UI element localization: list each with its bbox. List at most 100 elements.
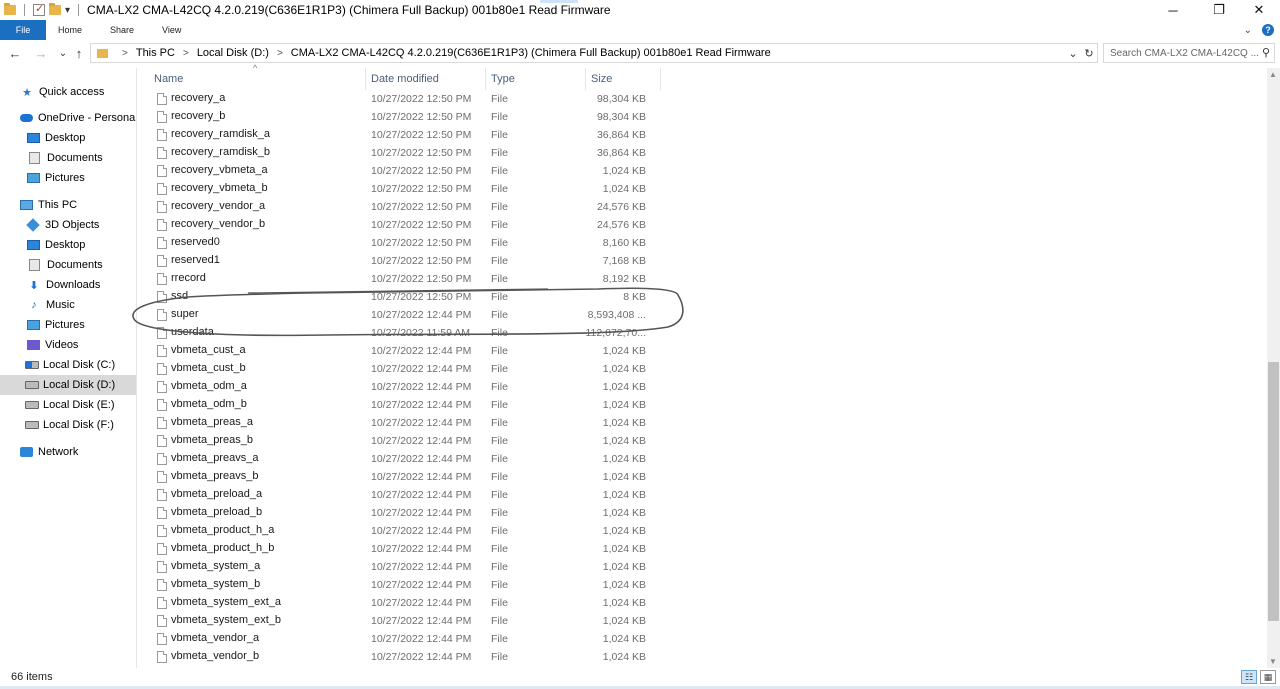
- minimize-button[interactable]: ─: [1150, 0, 1196, 20]
- pane-divider[interactable]: [136, 68, 137, 673]
- file-row[interactable]: vbmeta_system_ext_a 10/27/2022 12:44 PM Fi…: [150, 594, 660, 612]
- file-row[interactable]: recovery_vbmeta_a 10/27/2022 12:50 PM File…: [150, 162, 660, 180]
- file-row[interactable]: vbmeta_preavs_b 10/27/2022 12:44 PM File 1,…: [150, 468, 660, 486]
- column-header-date-modified[interactable]: Date modified: [371, 70, 439, 88]
- file-row[interactable]: vbmeta_preavs_a 10/27/2022 12:44 PM File 1,…: [150, 450, 660, 468]
- qat-dropdown-icon[interactable]: ▾: [65, 5, 70, 16]
- file-row[interactable]: recovery_vbmeta_b 10/27/2022 12:50 PM File…: [150, 180, 660, 198]
- column-header-name[interactable]: Name: [154, 70, 183, 88]
- file-row[interactable]: recovery_ramdisk_b 10/27/2022 12:50 PM Fil…: [150, 144, 660, 162]
- file-date-modified: 10/27/2022 12:44 PM: [371, 345, 472, 357]
- breadcrumb-local-disk-d[interactable]: Local Disk (D:): [195, 47, 271, 59]
- breadcrumb-separator[interactable]: >: [271, 48, 289, 59]
- sidebar-item-3d-objects[interactable]: 3D Objects: [26, 215, 99, 235]
- file-row[interactable]: vbmeta_odm_a 10/27/2022 12:44 PM File 1,024…: [150, 378, 660, 396]
- column-header-type[interactable]: Type: [491, 70, 515, 88]
- file-row[interactable]: recovery_ramdisk_a 10/27/2022 12:50 PM Fil…: [150, 126, 660, 144]
- file-row[interactable]: ssd 10/27/2022 12:50 PM File 8 KB: [150, 288, 660, 306]
- details-view-icon[interactable]: ☷: [1241, 670, 1257, 684]
- file-row[interactable]: vbmeta_preload_a 10/27/2022 12:44 PM File 1…: [150, 486, 660, 504]
- properties-icon[interactable]: [33, 2, 45, 16]
- sidebar-item-pictures[interactable]: Pictures: [27, 168, 85, 188]
- refresh-icon[interactable]: ↻: [1081, 47, 1097, 60]
- column-header-size[interactable]: Size: [591, 70, 612, 88]
- file-row[interactable]: vbmeta_product_h_b 10/27/2022 12:44 PM Fil…: [150, 540, 660, 558]
- address-bar[interactable]: > This PC > Local Disk (D:) > CMA-LX2 CM…: [90, 43, 1098, 63]
- up-button[interactable]: ↑: [68, 42, 90, 64]
- sidebar-item-local-disk-e[interactable]: Local Disk (E:): [25, 395, 115, 415]
- file-row[interactable]: vbmeta_system_a 10/27/2022 12:44 PM File 1,…: [150, 558, 660, 576]
- tab-share[interactable]: Share: [96, 20, 148, 40]
- new-folder-icon[interactable]: [49, 3, 61, 15]
- tab-file[interactable]: File: [0, 20, 46, 40]
- file-row[interactable]: vbmeta_cust_a 10/27/2022 12:44 PM File 1,02…: [150, 342, 660, 360]
- sidebar-item-onedrive[interactable]: OneDrive - Personal: [20, 108, 138, 128]
- file-row[interactable]: vbmeta_product_h_a 10/27/2022 12:44 PM Fil…: [150, 522, 660, 540]
- file-date-modified: 10/27/2022 12:50 PM: [371, 165, 472, 177]
- sidebar-item-network[interactable]: Network: [20, 442, 78, 462]
- breadcrumb-current-folder[interactable]: CMA-LX2 CMA-L42CQ 4.2.0.219(C636E1R1P3) …: [289, 47, 773, 59]
- breadcrumb-this-pc[interactable]: This PC: [134, 47, 177, 59]
- file-icon: [157, 273, 167, 285]
- file-row[interactable]: recovery_vendor_b 10/27/2022 12:50 PM File…: [150, 216, 660, 234]
- file-row[interactable]: recovery_a 10/27/2022 12:50 PM File 98,304 …: [150, 90, 660, 108]
- file-row[interactable]: vbmeta_preas_b 10/27/2022 12:44 PM File 1,0…: [150, 432, 660, 450]
- window-title: CMA-LX2 CMA-L42CQ 4.2.0.219(C636E1R1P3) …: [87, 3, 611, 17]
- file-row[interactable]: recovery_b 10/27/2022 12:50 PM File 98,304 …: [150, 108, 660, 126]
- sidebar-item-local-disk-c[interactable]: Local Disk (C:): [25, 355, 115, 375]
- file-name: vbmeta_preload_a: [171, 488, 263, 500]
- file-row[interactable]: vbmeta_vendor_b 10/27/2022 12:44 PM File 1,…: [150, 648, 660, 666]
- breadcrumb-separator[interactable]: >: [116, 48, 134, 59]
- file-row[interactable]: vbmeta_preload_b 10/27/2022 12:44 PM File 1…: [150, 504, 660, 522]
- sidebar-item-videos[interactable]: Videos: [27, 335, 78, 355]
- sidebar-item-documents[interactable]: Documents: [29, 255, 103, 275]
- pictures-icon: [27, 173, 40, 183]
- sidebar-item-desktop[interactable]: Desktop: [27, 128, 85, 148]
- column-divider[interactable]: [585, 68, 586, 90]
- file-row[interactable]: userdata 10/27/2022 11:59 AM File 112,072,7…: [150, 324, 660, 342]
- file-row[interactable]: vbmeta_preas_a 10/27/2022 12:44 PM File 1,0…: [150, 414, 660, 432]
- file-row[interactable]: vbmeta_vendor_a 10/27/2022 12:44 PM File 1,…: [150, 630, 660, 648]
- scroll-down-icon[interactable]: ▼: [1269, 657, 1277, 666]
- column-divider[interactable]: [660, 68, 661, 90]
- file-row[interactable]: recovery_vendor_a 10/27/2022 12:50 PM File…: [150, 198, 660, 216]
- sidebar-item-local-disk-d[interactable]: Local Disk (D:): [0, 375, 136, 395]
- help-icon[interactable]: ?: [1262, 24, 1274, 36]
- file-row[interactable]: rrecord 10/27/2022 12:50 PM File 8,192 KB: [150, 270, 660, 288]
- tab-home[interactable]: Home: [46, 20, 96, 40]
- ribbon-expand-icon[interactable]: ⌄: [1244, 25, 1252, 36]
- scroll-up-icon[interactable]: ▲: [1269, 70, 1277, 79]
- search-icon[interactable]: ⚲: [1262, 46, 1270, 59]
- file-row[interactable]: vbmeta_cust_b 10/27/2022 12:44 PM File 1,02…: [150, 360, 660, 378]
- column-divider[interactable]: [365, 68, 366, 90]
- file-row[interactable]: reserved1 10/27/2022 12:50 PM File 7,168 KB: [150, 252, 660, 270]
- sidebar-item-this-pc[interactable]: This PC: [20, 195, 77, 215]
- large-icons-view-icon[interactable]: ▦: [1260, 670, 1276, 684]
- tab-view[interactable]: View: [148, 20, 195, 40]
- file-row[interactable]: vbmeta_system_b 10/27/2022 12:44 PM File 1,…: [150, 576, 660, 594]
- sidebar-item-desktop[interactable]: Desktop: [27, 235, 85, 255]
- file-name: vbmeta_preas_a: [171, 416, 253, 428]
- address-dropdown-icon[interactable]: ⌄: [1065, 47, 1081, 60]
- file-size: 1,024 KB: [602, 561, 646, 573]
- forward-button[interactable]: →: [30, 42, 52, 64]
- back-button[interactable]: ←: [4, 42, 26, 64]
- file-row[interactable]: vbmeta_system_ext_b 10/27/2022 12:44 PM Fi…: [150, 612, 660, 630]
- sidebar-item-quick-access[interactable]: ★ Quick access: [20, 82, 104, 102]
- file-row[interactable]: reserved0 10/27/2022 12:50 PM File 8,160 KB: [150, 234, 660, 252]
- file-row[interactable]: vbmeta_odm_b 10/27/2022 12:44 PM File 1,024…: [150, 396, 660, 414]
- file-row[interactable]: super 10/27/2022 12:44 PM File 8,593,408 ..…: [150, 306, 660, 324]
- breadcrumb-separator[interactable]: >: [177, 48, 195, 59]
- sidebar-item-downloads[interactable]: ⬇ Downloads: [27, 275, 100, 295]
- scrollbar-thumb[interactable]: [1268, 362, 1279, 622]
- column-divider[interactable]: [485, 68, 486, 90]
- file-icon: [157, 525, 167, 537]
- sidebar-item-label: Local Disk (D:): [43, 379, 116, 391]
- search-input[interactable]: Search CMA-LX2 CMA-L42CQ ... ⚲: [1103, 43, 1275, 63]
- vertical-scrollbar[interactable]: ▲ ▼: [1267, 68, 1280, 668]
- sidebar-item-pictures[interactable]: Pictures: [27, 315, 85, 335]
- sidebar-item-music[interactable]: ♪ Music: [27, 295, 74, 315]
- sidebar-item-documents[interactable]: Documents: [29, 148, 103, 168]
- close-button[interactable]: ✕: [1236, 0, 1280, 20]
- sidebar-item-local-disk-f[interactable]: Local Disk (F:): [25, 415, 114, 435]
